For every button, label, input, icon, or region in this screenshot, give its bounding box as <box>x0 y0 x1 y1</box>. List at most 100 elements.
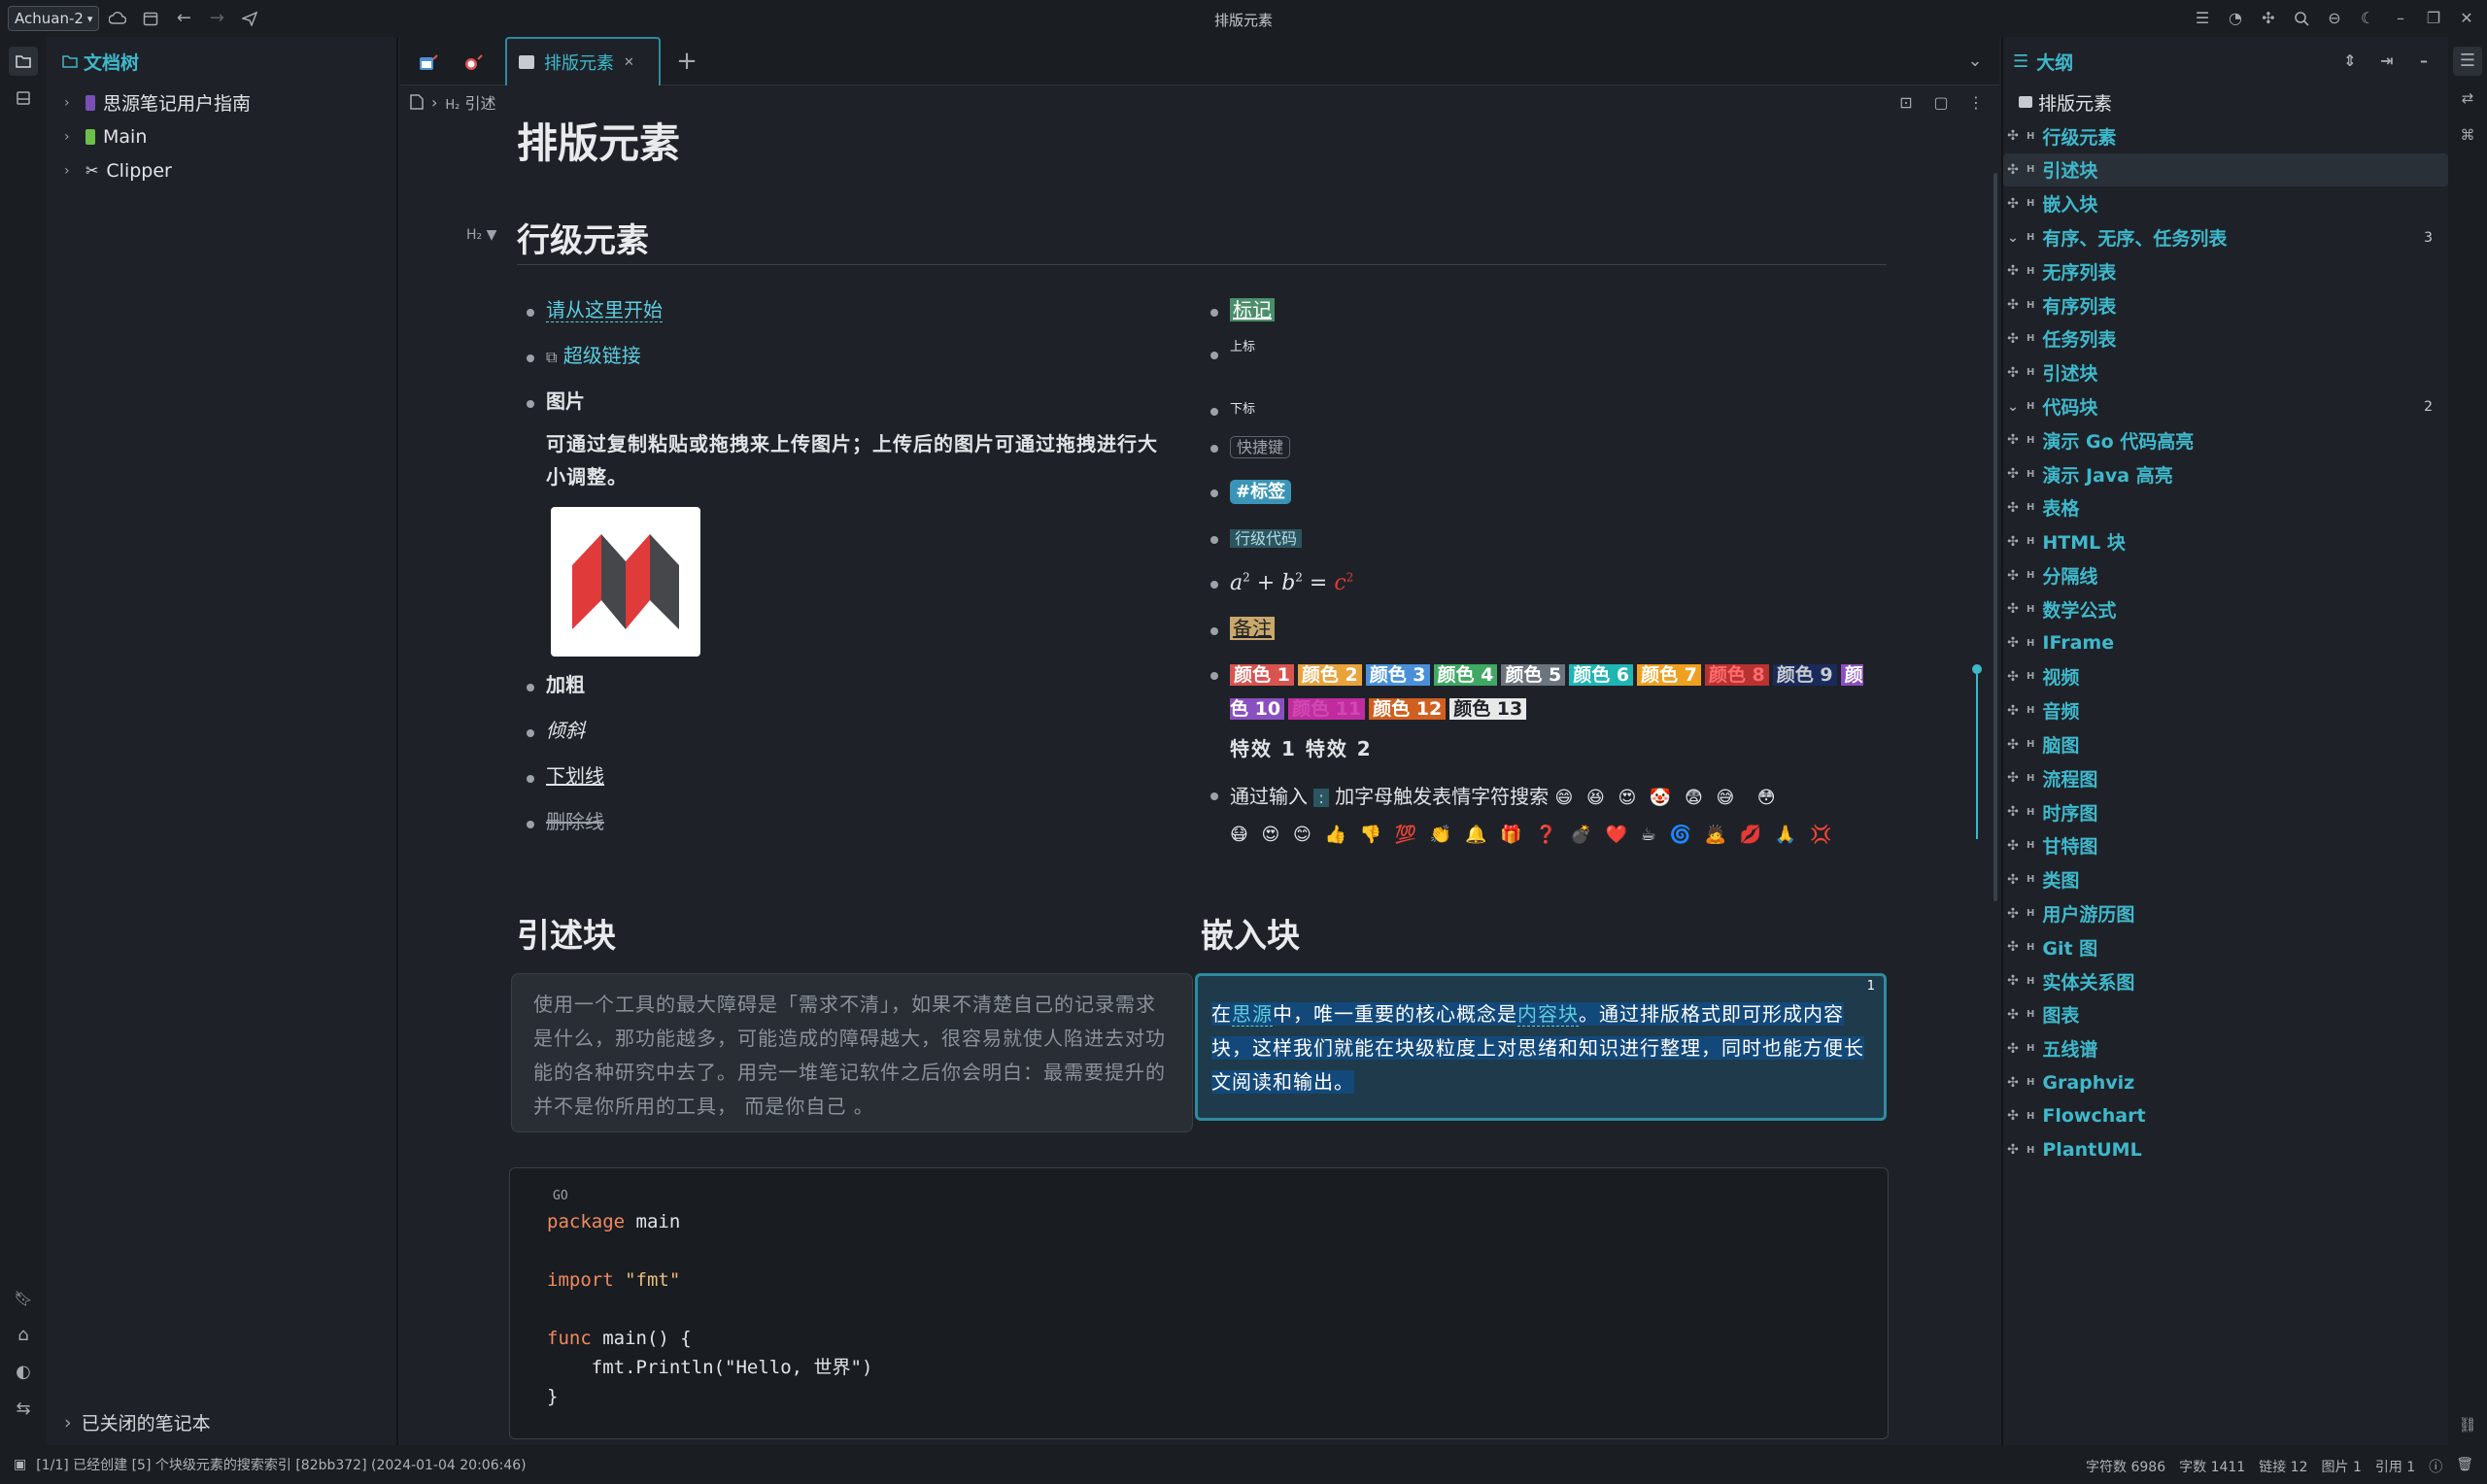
outline-item[interactable]: ✣ H 实体关系图 <box>2003 964 2448 998</box>
add-tab-icon[interactable]: + <box>672 47 701 76</box>
calendar-icon[interactable] <box>136 4 165 33</box>
forward-arrow-icon[interactable]: → <box>202 4 231 33</box>
list-item[interactable]: 通过输入 : 加字母触发表情字符搜索 😄 😆 😍 🤡 😨 😅 😳 😷 😍 😊 👍… <box>1201 779 1881 853</box>
closed-notebooks[interactable]: › 已关闭的笔记本 <box>64 1409 211 1435</box>
outline-item[interactable]: ⌄ H 代码块 2 <box>2003 389 2448 423</box>
backlinks-icon[interactable]: ⇄ <box>2453 84 2482 113</box>
drag-handle-icon[interactable]: ✣ <box>2003 703 2023 719</box>
heading-embed[interactable]: 嵌入块 <box>1201 909 1300 957</box>
list-item[interactable]: 下划线 <box>517 761 1100 807</box>
list-item[interactable]: a2 + b2 = c2 <box>1201 567 1881 614</box>
zoom-out-icon[interactable]: ⊖ <box>2320 4 2349 33</box>
outline-item[interactable]: ✣ H 引述块 <box>2003 152 2448 187</box>
remark-text[interactable]: 备注 <box>1230 617 1275 640</box>
puzzle-icon[interactable]: ✣ <box>2254 4 2283 33</box>
siyuan-logo-image[interactable] <box>551 507 700 657</box>
outline-item[interactable]: ✣ H 图表 <box>2003 998 2448 1032</box>
outline-item[interactable]: ✣ H HTML 块 <box>2003 524 2448 558</box>
cloud-sync-icon[interactable] <box>103 4 132 33</box>
graph-icon[interactable]: ◐ <box>9 1358 38 1387</box>
back-arrow-icon[interactable]: ← <box>169 4 198 33</box>
drag-handle-icon[interactable]: ✣ <box>2003 635 2023 651</box>
drag-handle-icon[interactable]: ✣ <box>2003 1108 2023 1124</box>
panel-toggle-icon[interactable]: ▣ <box>14 1457 26 1472</box>
page-title[interactable]: 排版元素 <box>517 118 680 170</box>
chevron-down-icon[interactable]: ⌄ <box>1960 47 1990 76</box>
list-item[interactable]: 行级代码 <box>1201 523 1881 567</box>
file-icon[interactable]: ▢ <box>1927 89 1955 117</box>
drag-handle-icon[interactable]: ✣ <box>2003 534 2023 550</box>
chevron-down-icon[interactable]: ⌄ <box>2003 230 2023 246</box>
outline-item[interactable]: ✣ H 脑图 <box>2003 727 2448 761</box>
notebook-guide[interactable]: › 思源笔记用户指南 <box>47 85 396 119</box>
list-item[interactable]: 标记 <box>1201 295 1881 338</box>
code-language[interactable]: GO <box>553 1182 1851 1207</box>
unlock-icon[interactable]: ⊡ <box>1892 89 1920 117</box>
heading-marker[interactable]: H₂ ▼ <box>466 227 496 243</box>
blockquote[interactable]: 使用一个工具的最大障碍是「需求不清」，如果不清楚自己的记录需求是什么，那功能越多… <box>511 973 1193 1132</box>
bookmark-icon[interactable]: 🔖︎ <box>9 1284 38 1313</box>
outline-item[interactable]: ✣ H 行级元素 <box>2003 119 2448 153</box>
chevron-right-icon[interactable]: › <box>64 95 78 111</box>
block-ref-link[interactable]: 请从这里开始 <box>546 298 663 322</box>
list-icon[interactable]: ☰ <box>2188 4 2217 33</box>
outline-item[interactable]: ✣ H 表格 <box>2003 491 2448 525</box>
search-icon[interactable] <box>2287 4 2316 33</box>
drag-handle-icon[interactable]: ✣ <box>2003 263 2023 279</box>
drag-handle-icon[interactable]: ✣ <box>2003 466 2023 482</box>
outline-item[interactable]: ✣ H 无序列表 <box>2003 254 2448 288</box>
outline-item[interactable]: ✣ H 任务列表 <box>2003 322 2448 356</box>
heading-inline-elements[interactable]: 行级元素 <box>517 214 649 261</box>
outline-item[interactable]: ✣ H 甘特图 <box>2003 829 2448 863</box>
backlink-icon[interactable]: ⇆ <box>9 1395 38 1424</box>
help-icon[interactable]: ⓘ <box>2429 1457 2442 1476</box>
file-tree-icon[interactable] <box>9 47 38 76</box>
outline-root[interactable]: 排版元素 <box>2003 85 2448 119</box>
document-icon[interactable] <box>410 94 424 110</box>
inbox-icon[interactable] <box>9 84 38 113</box>
embed-block[interactable]: 1 在思源中，唯一重要的核心概念是内容块。通过排版格式即可形成内容块，这样我们就… <box>1195 973 1887 1121</box>
drag-handle-icon[interactable]: ✣ <box>2003 1007 2023 1023</box>
drag-handle-icon[interactable]: ✣ <box>2003 162 2023 178</box>
collapse-icon[interactable]: ⇥ <box>2372 47 2402 76</box>
trash-icon[interactable]: 🗑︎ <box>2456 1457 2473 1476</box>
drag-handle-icon[interactable]: ✣ <box>2003 737 2023 753</box>
alarm-tab-icon[interactable] <box>459 49 488 78</box>
close-icon[interactable]: ✕ <box>2452 4 2481 33</box>
list-item[interactable]: 快捷键 <box>1201 431 1881 476</box>
outline-item[interactable]: ✣ H 数学公式 <box>2003 592 2448 626</box>
list-item[interactable]: 加粗 <box>517 670 1100 716</box>
expand-icon[interactable]: ⇕ <box>2335 47 2365 76</box>
close-tab-icon[interactable]: ✕ <box>624 55 634 70</box>
minimap-marker[interactable] <box>1972 664 1982 674</box>
block-ref-link[interactable]: 内容块 <box>1517 1002 1579 1027</box>
outline-item[interactable]: ⌄ H 有序、无序、任务列表 3 <box>2003 220 2448 254</box>
outline-item[interactable]: ✣ H 音频 <box>2003 693 2448 727</box>
list-item[interactable]: 删除线 <box>517 807 1100 853</box>
link-icon[interactable]: ⛓ <box>2453 1410 2482 1439</box>
drag-handle-icon[interactable]: ✣ <box>2003 1142 2023 1158</box>
drag-handle-icon[interactable]: ✣ <box>2003 804 2023 820</box>
outline-item[interactable]: ✣ H 嵌入块 <box>2003 186 2448 220</box>
chevron-right-icon[interactable]: › <box>64 163 78 179</box>
send-icon[interactable] <box>235 4 264 33</box>
drag-handle-icon[interactable]: ✣ <box>2003 568 2023 584</box>
drag-handle-icon[interactable]: ✣ <box>2003 196 2023 212</box>
restore-icon[interactable]: ❐ <box>2419 4 2448 33</box>
block-ref-link[interactable]: 思源 <box>1232 1002 1273 1027</box>
moon-icon[interactable]: ☾ <box>2353 4 2382 33</box>
outline-item[interactable]: ✣ H IFrame <box>2003 626 2448 660</box>
list-item[interactable]: 备注 <box>1201 614 1881 658</box>
outline-item[interactable]: ✣ H 引述块 <box>2003 355 2448 389</box>
plugin-icon[interactable]: ◔ <box>2221 4 2250 33</box>
drag-handle-icon[interactable]: ✣ <box>2003 973 2023 989</box>
drag-handle-icon[interactable]: ✣ <box>2003 432 2023 448</box>
drag-handle-icon[interactable]: ✣ <box>2003 939 2023 955</box>
chevron-down-icon[interactable]: ⌄ <box>2003 399 2023 415</box>
notebook-main[interactable]: › Main <box>47 119 396 153</box>
drag-handle-icon[interactable]: ✣ <box>2003 128 2023 144</box>
notebook-clipper[interactable]: › ✂ Clipper <box>47 153 396 187</box>
outline-item[interactable]: ✣ H 流程图 <box>2003 761 2448 795</box>
list-item[interactable]: 请从这里开始 <box>517 295 1100 341</box>
tab-active[interactable]: 排版元素 ✕ <box>505 37 661 85</box>
